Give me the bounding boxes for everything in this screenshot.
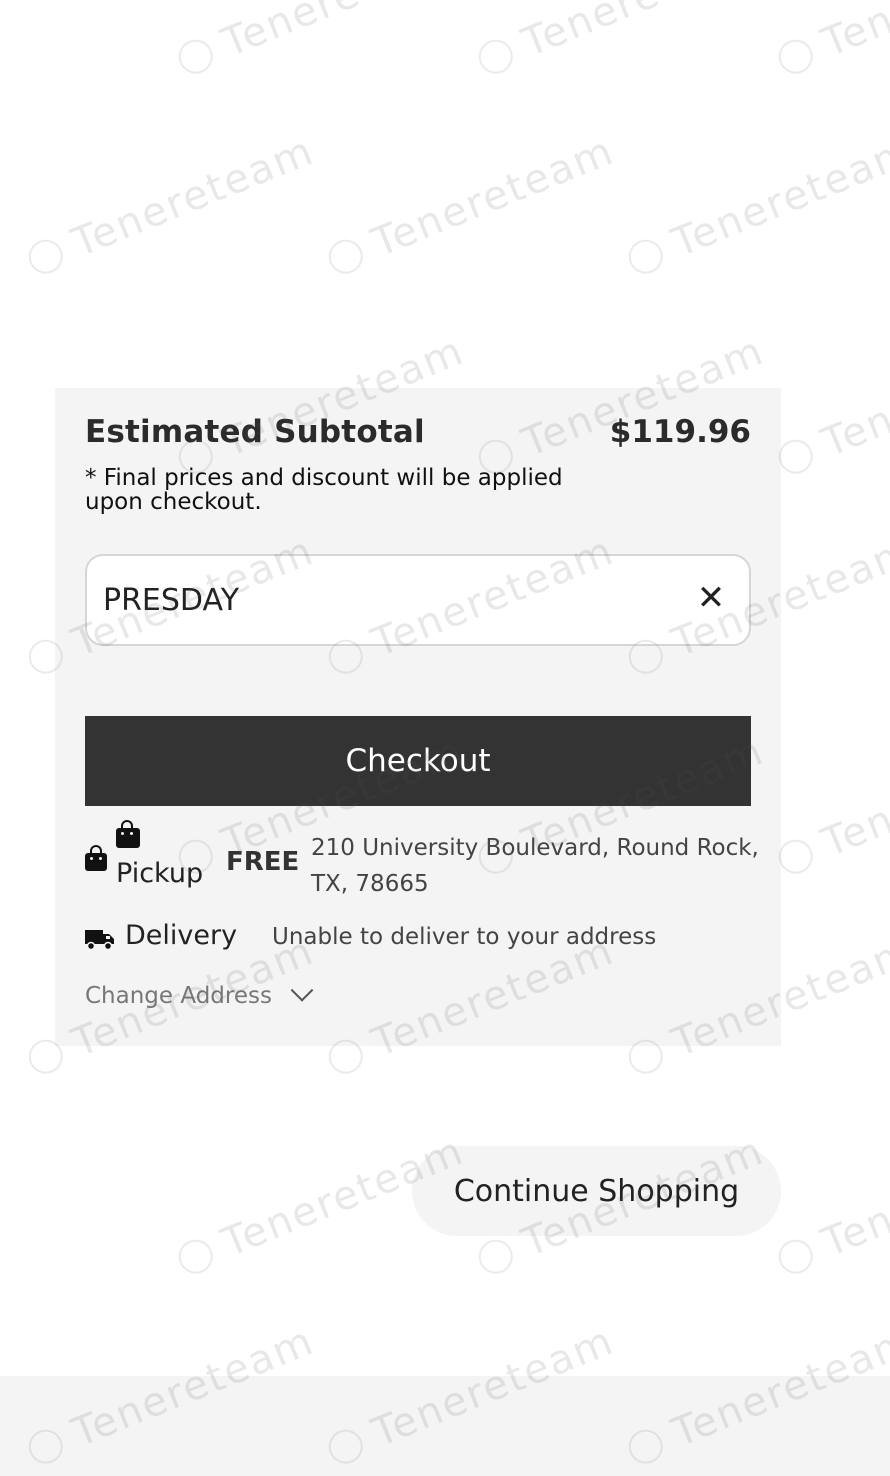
watermark-text: Tenereteam — [815, 1127, 890, 1267]
chevron-down-icon — [290, 979, 314, 1002]
close-icon[interactable]: ✕ — [691, 578, 731, 618]
watermark: Tenereteam — [771, 728, 890, 885]
truck-icon — [85, 930, 114, 951]
watermark-text: Tenereteam — [65, 127, 321, 267]
delivery-label: Delivery — [125, 920, 238, 951]
delivery-status: Unable to deliver to your address — [272, 924, 657, 950]
watermark-text: Tenereteam — [365, 127, 621, 267]
watermark: Tenereteam — [321, 127, 621, 285]
checkout-button[interactable]: Checkout — [85, 716, 751, 806]
watermark-text: Tenereteam — [516, 0, 771, 66]
cart-page: Estimated Subtotal $119.96 * Final price… — [0, 0, 890, 1476]
delivery-option[interactable]: Delivery Unable to deliver to your addre… — [85, 918, 751, 958]
pickup-option[interactable]: Pickup FREE 210 University Boulevard, Ro… — [85, 820, 759, 897]
order-summary-card: Estimated Subtotal $119.96 * Final price… — [55, 388, 781, 1046]
continue-shopping-button[interactable]: Continue Shopping — [412, 1146, 781, 1236]
watermark-text: Tenereteam — [216, 0, 471, 66]
subtotal-amount: $119.96 — [609, 414, 751, 450]
promo-code-field[interactable]: ✕ — [85, 554, 751, 646]
watermark: Tenereteam — [771, 1128, 890, 1285]
price-disclaimer: * Final prices and discount will be appl… — [85, 465, 563, 515]
shopping-bag-icon — [116, 820, 140, 848]
footer — [0, 1376, 890, 1476]
watermark: Tenereteam — [621, 128, 890, 285]
promo-code-input[interactable] — [103, 556, 663, 644]
watermark-text: Tenereteam — [665, 127, 890, 267]
watermark-text: Tenereteam — [816, 0, 890, 66]
watermark: Tenereteam — [171, 0, 471, 84]
watermark: Tenereteam — [21, 127, 321, 285]
change-address-toggle[interactable]: Change Address — [85, 979, 314, 1009]
pickup-price: FREE — [226, 847, 300, 877]
change-address-label: Change Address — [85, 983, 272, 1009]
watermark: Tenereteam — [471, 0, 771, 84]
watermark-text: Tenereteam — [815, 327, 890, 467]
shopping-bag-icon — [85, 845, 107, 871]
watermark: Tenereteam — [771, 0, 890, 84]
watermark: Tenereteam — [771, 328, 890, 485]
subtotal-label: Estimated Subtotal — [85, 414, 425, 450]
pickup-label: Pickup — [116, 858, 204, 889]
watermark-text: Tenereteam — [815, 727, 890, 867]
pickup-store-address: 210 University Boulevard, Round Rock, TX… — [311, 835, 759, 897]
